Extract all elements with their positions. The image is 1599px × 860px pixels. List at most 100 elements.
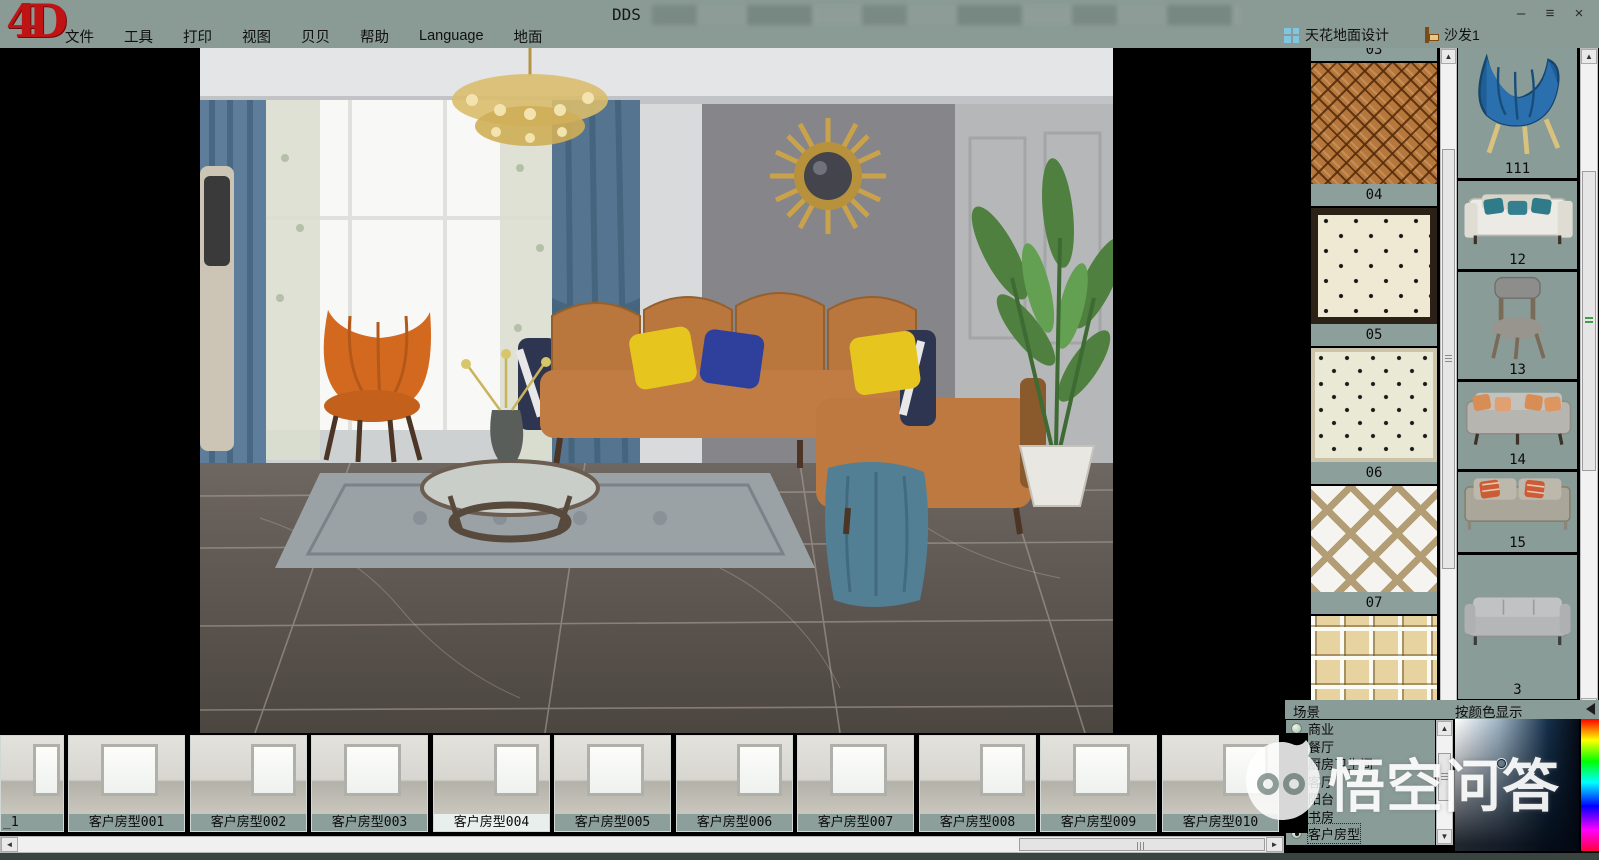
room-template-item[interactable]: 客户房型002: [190, 735, 307, 832]
grey-sofa-orange-pillows-image: [1458, 382, 1577, 451]
bottom-right-header: 场景 按颜色显示: [1285, 700, 1599, 719]
tile-item-06[interactable]: [1311, 348, 1437, 462]
window-title: DDS: [612, 5, 641, 24]
scrollbar-thumb[interactable]: [1019, 838, 1265, 851]
tile-item-07[interactable]: [1311, 486, 1437, 592]
scroll-left-icon[interactable]: ◄: [1, 837, 18, 852]
tile-item-label[interactable]: 06: [1311, 462, 1437, 484]
scrollbar-thumb[interactable]: [1582, 171, 1596, 471]
hue-bar[interactable]: [1581, 719, 1599, 851]
room-template-item[interactable]: 客户房型007: [797, 735, 914, 832]
scene-option-balcony[interactable]: 阳台: [1286, 790, 1435, 808]
menu-print[interactable]: 打印: [168, 26, 227, 47]
scene-option-dining[interactable]: 餐厅: [1286, 738, 1435, 756]
room-photo: [1041, 736, 1156, 815]
furniture-item-111[interactable]: 111: [1458, 48, 1577, 178]
room-template-item[interactable]: 客户房型003: [311, 735, 428, 832]
tile-panel-scrollbar[interactable]: ▲ ▼: [1440, 48, 1457, 718]
bottom-horizontal-scrollbar[interactable]: ◄ ►: [0, 836, 1284, 853]
furniture-item-label: 111: [1505, 160, 1530, 178]
room-template-item[interactable]: 客户房型009: [1040, 735, 1157, 832]
room-photo: [434, 736, 549, 815]
tab-ceiling-floor-design[interactable]: 天花地面设计: [1284, 25, 1389, 45]
room-scene-svg: [200, 48, 1113, 733]
room-template-item[interactable]: 客户房型005: [554, 735, 671, 832]
scroll-right-icon[interactable]: ►: [1266, 837, 1283, 852]
window-menu-icon[interactable]: ≡: [1541, 4, 1559, 24]
blue-armchair-image: [1458, 48, 1577, 160]
room-template-item[interactable]: _1: [0, 735, 64, 832]
air-purifier: [200, 166, 234, 451]
furniture-item-12[interactable]: 12: [1458, 181, 1577, 269]
scene-panel-title: 场景: [1293, 701, 1320, 721]
room-photo: [312, 736, 427, 815]
scroll-up-icon[interactable]: ▲: [1441, 49, 1456, 64]
furniture-item-15[interactable]: 15: [1458, 472, 1577, 552]
close-icon[interactable]: ×: [1570, 4, 1588, 24]
scene-list-scrollbar[interactable]: ▲ ▼: [1436, 720, 1453, 845]
scene-option-kitchen-bath[interactable]: 厨房卫生间: [1286, 755, 1435, 773]
furniture-item-14[interactable]: 14: [1458, 382, 1577, 469]
furniture-item-label: 12: [1509, 251, 1526, 269]
scene-option-living-room[interactable]: 客厅: [1286, 773, 1435, 791]
menu-file[interactable]: 文件: [50, 26, 109, 47]
room-template-strip: _1 客户房型001 客户房型002 客户房型003 客户房型004 客户房型0…: [0, 733, 1308, 833]
blurred-title-text: [652, 5, 1242, 25]
plain-grey-sofa-image: [1458, 555, 1577, 681]
scene-option-customer-room[interactable]: 客户房型: [1286, 825, 1435, 843]
tab-sofa-label: 沙发1: [1444, 25, 1480, 45]
grid-icon: [1284, 28, 1299, 43]
furniture-item-3[interactable]: 3: [1458, 555, 1577, 699]
tile-item-05[interactable]: [1311, 208, 1437, 324]
room-render-image[interactable]: [200, 48, 1113, 733]
tile-item-label[interactable]: 07: [1311, 592, 1437, 614]
chair-icon: [1424, 27, 1438, 43]
dds-application-window: 4D DDS 文件 工具 打印 视图 贝贝 帮助 Language 地面 天花地…: [0, 0, 1599, 860]
room-template-item[interactable]: 客户房型001: [68, 735, 185, 832]
tile-item-label[interactable]: 05: [1311, 324, 1437, 346]
room-photo: [1, 736, 63, 815]
menu-beibei[interactable]: 贝贝: [286, 26, 345, 47]
menu-view[interactable]: 视图: [227, 26, 286, 47]
furniture-item-label: 15: [1509, 534, 1526, 552]
menu-tools[interactable]: 工具: [109, 26, 168, 47]
sofa-list-panel: 111 12 13: [1458, 48, 1577, 700]
title-menu-bar: 4D DDS 文件 工具 打印 视图 贝贝 帮助 Language 地面 天花地…: [0, 0, 1599, 48]
scrollbar-thumb[interactable]: [1438, 753, 1451, 801]
room-photo: [191, 736, 306, 815]
beige-sofa-plaid-pillows-image: [1458, 472, 1577, 534]
minimize-icon[interactable]: –: [1512, 4, 1530, 24]
furniture-item-13[interactable]: 13: [1458, 272, 1577, 379]
tile-item-04[interactable]: [1311, 63, 1437, 184]
scene-option-study[interactable]: 书房: [1286, 808, 1435, 826]
furniture-item-label: 14: [1509, 451, 1526, 469]
grey-chair-image: [1458, 272, 1577, 361]
color-gradient-picker[interactable]: [1455, 719, 1579, 851]
design-canvas[interactable]: [0, 48, 1308, 733]
tile-item-label[interactable]: 03: [1311, 48, 1437, 61]
scroll-down-icon[interactable]: ▼: [1437, 829, 1452, 844]
menu-help[interactable]: 帮助: [345, 26, 404, 47]
room-template-item[interactable]: 客户房型010: [1162, 735, 1279, 832]
scroll-up-icon[interactable]: ▲: [1437, 721, 1452, 736]
tab-sofa1[interactable]: 沙发1: [1424, 25, 1480, 45]
scroll-up-icon[interactable]: ▲: [1581, 49, 1597, 64]
tab-ceiling-floor-label: 天花地面设计: [1305, 25, 1389, 45]
scrollbar-thumb[interactable]: [1442, 149, 1455, 569]
room-photo: [555, 736, 670, 815]
scene-option-commercial[interactable]: 商业: [1286, 720, 1435, 738]
menu-language[interactable]: Language: [404, 28, 499, 44]
menu-floor[interactable]: 地面: [499, 26, 558, 47]
room-template-item[interactable]: 客户房型008: [919, 735, 1036, 832]
color-panel-title: 按颜色显示: [1455, 701, 1523, 721]
collapse-arrow-icon[interactable]: [1586, 703, 1595, 715]
window-bottom-edge: [0, 853, 1599, 860]
tile-item-label[interactable]: 04: [1311, 184, 1437, 206]
room-template-item-selected[interactable]: 客户房型004: [433, 735, 550, 832]
room-photo: [920, 736, 1035, 815]
room-photo: [69, 736, 184, 815]
window-controls: – ≡ ×: [1512, 4, 1588, 24]
furniture-panel-scrollbar[interactable]: ▲ ▼: [1580, 48, 1598, 714]
room-template-item[interactable]: 客户房型006: [676, 735, 793, 832]
color-picker-marker[interactable]: [1497, 759, 1506, 768]
